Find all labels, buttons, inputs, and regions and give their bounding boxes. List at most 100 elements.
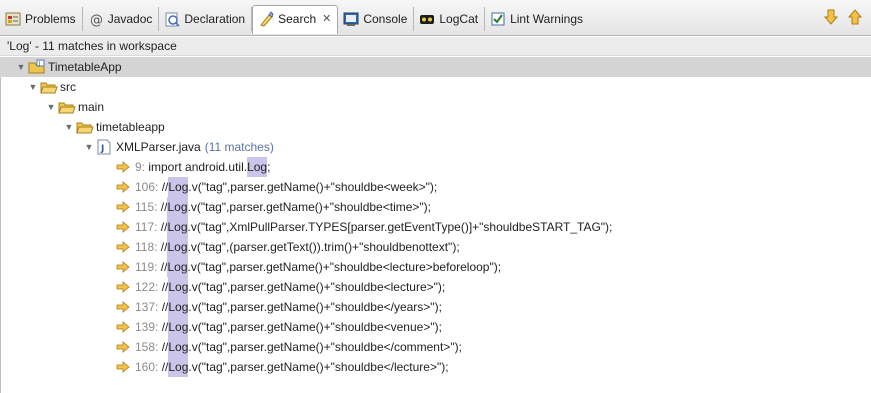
match-highlight: Log <box>168 357 189 377</box>
match-text-before: // <box>157 240 168 254</box>
match-highlight: Log <box>167 237 188 257</box>
match-line-number: 9: <box>135 160 146 174</box>
previous-match-icon[interactable] <box>847 8 863 26</box>
match-row[interactable]: 115: //Log .v("tag",parser.getName()+"sho… <box>116 197 431 217</box>
match-row[interactable]: 158: //Log .v("tag",parser.getName()+"sho… <box>116 337 462 357</box>
tab-label: Lint Warnings <box>510 12 583 26</box>
problems-icon <box>5 11 21 27</box>
folder-icon <box>76 119 94 135</box>
match-row[interactable]: 137: //Log .v("tag",parser.getName()+"sho… <box>116 297 442 317</box>
close-icon[interactable]: ✕ <box>322 12 331 25</box>
expand-triangle-icon[interactable]: ▼ <box>64 122 74 132</box>
match-line-number: 158: <box>135 340 159 354</box>
tree-node-src[interactable]: ▼ src <box>28 77 76 97</box>
svg-text:J: J <box>100 144 104 154</box>
tab-declaration[interactable]: Declaration <box>159 7 253 31</box>
match-line-number: 139: <box>135 320 159 334</box>
match-line-number: 117: <box>135 220 158 234</box>
match-line-number: 122: <box>135 280 159 294</box>
match-line-number: 118: <box>135 240 158 254</box>
tab-label: LogCat <box>439 12 479 26</box>
folder-label: main <box>78 100 105 114</box>
tab-label: Declaration <box>184 12 246 26</box>
tab-lint-warnings[interactable]: Lint Warnings <box>485 7 589 31</box>
tree-node-package[interactable]: ▼ timetableapp <box>64 117 165 137</box>
file-label: XMLParser.java <box>116 140 201 154</box>
folder-icon <box>40 79 58 95</box>
folder-icon <box>58 99 76 115</box>
match-text-after: .v("tag",parser.getName()+"shouldbe</lec… <box>188 360 449 374</box>
expand-triangle-icon[interactable]: ▼ <box>28 82 38 92</box>
logcat-icon <box>419 11 435 27</box>
javadoc-icon: @ <box>88 11 104 27</box>
match-text-before: // <box>157 260 168 274</box>
match-highlight: Log <box>167 217 188 237</box>
match-row[interactable]: 9: import android.util. Log; <box>116 157 270 177</box>
package-label: timetableapp <box>96 120 165 134</box>
tree-node-project[interactable]: ▼ J TimetableApp <box>0 57 871 77</box>
match-text-after: .v("tag",parser.getName()+"shouldbe<lect… <box>187 260 502 274</box>
match-text-after: .v("tag",parser.getName()+"shouldbe<lect… <box>188 280 446 294</box>
match-arrow-icon <box>116 240 130 254</box>
match-text-after: .v("tag",parser.getName()+"shouldbe</yea… <box>188 300 442 314</box>
console-icon <box>343 11 359 27</box>
match-line-number: 137: <box>135 300 159 314</box>
match-text-after: .v("tag",parser.getName()+"shouldbe</com… <box>188 340 462 354</box>
match-row[interactable]: 117: //Log .v("tag",XmlPullParser.TYPES[p… <box>116 217 612 237</box>
match-text-before: import android.util. <box>145 160 248 174</box>
tab-javadoc[interactable]: @ Javadoc <box>83 7 160 31</box>
tab-search[interactable]: Search ✕ <box>252 5 339 34</box>
match-row[interactable]: 106: //Log .v("tag",parser.getName()+"sho… <box>116 177 437 197</box>
next-match-icon[interactable] <box>823 8 839 26</box>
match-text-after: .v("tag",parser.getName()+"shouldbe<venu… <box>188 320 442 334</box>
match-highlight: Log <box>168 277 189 297</box>
match-arrow-icon <box>116 160 130 174</box>
expand-triangle-icon[interactable]: ▼ <box>16 62 26 72</box>
match-arrow-icon <box>116 300 130 314</box>
match-row[interactable]: 160: //Log .v("tag",parser.getName()+"sho… <box>116 357 449 377</box>
tab-logcat[interactable]: LogCat <box>414 7 486 31</box>
match-arrow-icon <box>116 200 130 214</box>
match-highlight: Log <box>167 257 188 277</box>
match-row[interactable]: 119: //Log .v("tag",parser.getName()+"sho… <box>116 257 501 277</box>
match-arrow-icon <box>116 220 130 234</box>
project-label: TimetableApp <box>48 60 122 74</box>
match-row[interactable]: 118: //Log .v("tag",(parser.getText()).tr… <box>116 237 460 257</box>
match-arrow-icon <box>116 280 130 294</box>
tab-label: Problems <box>25 12 76 26</box>
expand-triangle-icon[interactable]: ▼ <box>84 142 94 152</box>
folder-label: src <box>60 80 76 94</box>
match-line-number: 160: <box>135 360 159 374</box>
match-row[interactable]: 122: //Log .v("tag",parser.getName()+"sho… <box>116 277 445 297</box>
match-text-before: // <box>158 280 169 294</box>
tree-node-main[interactable]: ▼ main <box>46 97 104 117</box>
file-match-count: (11 matches) <box>204 140 274 154</box>
match-text-before: // <box>158 320 169 334</box>
view-toolbar <box>823 8 863 26</box>
match-highlight: Log <box>168 177 189 197</box>
view-left-border <box>0 57 1 393</box>
match-highlight: Log <box>247 157 268 177</box>
tree-node-file[interactable]: ▼ J XMLParser.java (11 matches) <box>84 137 274 157</box>
project-folder-icon: J <box>28 59 46 75</box>
tab-problems[interactable]: Problems <box>0 7 83 31</box>
match-arrow-icon <box>116 180 130 194</box>
match-line-number: 106: <box>135 180 159 194</box>
match-line-number: 115: <box>135 200 158 214</box>
match-text-after: .v("tag",parser.getName()+"shouldbe<time… <box>187 200 432 214</box>
match-highlight: Log <box>168 297 189 317</box>
match-line-number: 119: <box>135 260 158 274</box>
match-row[interactable]: 139: //Log .v("tag",parser.getName()+"sho… <box>116 317 442 337</box>
svg-text:J: J <box>38 61 41 68</box>
tab-label: Search <box>278 11 317 26</box>
match-text-after: .v("tag",XmlPullParser.TYPES[parser.getE… <box>187 220 613 234</box>
view-tab-bar: Problems @ Javadoc Declaration Search ✕ <box>0 0 871 36</box>
expand-triangle-icon[interactable]: ▼ <box>46 102 56 112</box>
match-text-before: // <box>158 360 169 374</box>
tab-label: Console <box>363 12 408 26</box>
svg-text:@: @ <box>90 13 103 27</box>
match-text-before: // <box>158 180 169 194</box>
java-file-icon: J <box>96 139 114 155</box>
tab-console[interactable]: Console <box>338 7 415 31</box>
tab-list: Problems @ Javadoc Declaration Search ✕ <box>0 5 589 34</box>
